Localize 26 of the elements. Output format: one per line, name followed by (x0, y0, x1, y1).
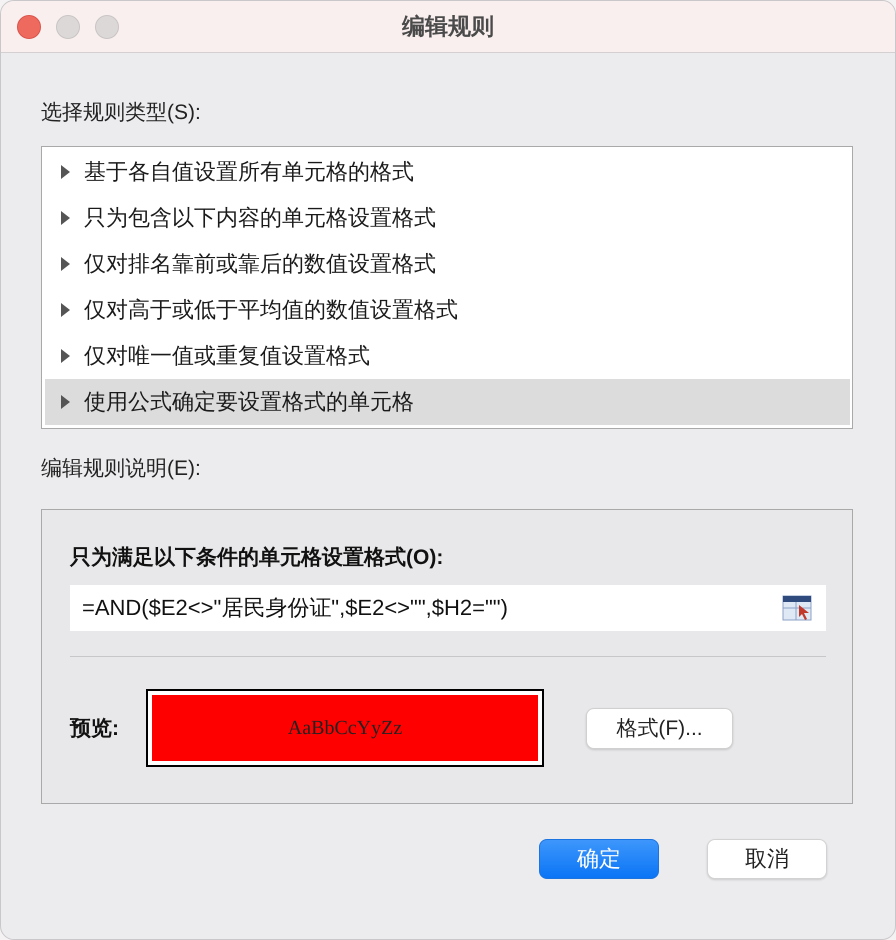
triangle-icon (61, 211, 70, 225)
rule-type-item[interactable]: 使用公式确定要设置格式的单元格 (45, 379, 850, 425)
window-title: 编辑规则 (402, 13, 494, 39)
formula-field[interactable]: =AND($E2<>"居民身份证",$E2<>"",$H2="") (70, 585, 826, 631)
minimize-button[interactable] (56, 14, 80, 38)
rule-type-item[interactable]: 仅对高于或低于平均值的数值设置格式 (45, 287, 850, 333)
range-select-icon (782, 595, 812, 621)
rule-type-item[interactable]: 仅对排名靠前或靠后的数值设置格式 (45, 241, 850, 287)
zoom-button[interactable] (95, 14, 119, 38)
section-label: 编辑规则说明(E): (41, 456, 201, 482)
rule-type-item[interactable]: 仅对唯一值或重复值设置格式 (45, 333, 850, 379)
triangle-icon (61, 349, 70, 363)
triangle-icon (61, 395, 70, 409)
section-label: 选择规则类型(S): (41, 100, 201, 126)
rule-type-item[interactable]: 基于各自值设置所有单元格的格式 (45, 149, 850, 195)
condition-label: 只为满足以下条件的单元格设置格式(O): (70, 545, 444, 571)
triangle-icon (61, 165, 70, 179)
triangle-icon (61, 303, 70, 317)
preview-sample: AaBbCcYyZz (288, 716, 402, 740)
preview-label: 预览: (70, 716, 120, 742)
rule-type-item[interactable]: 只为包含以下内容的单元格设置格式 (45, 195, 850, 241)
ok-button[interactable]: 确定 (539, 839, 659, 879)
cancel-button[interactable]: 取消 (707, 839, 827, 879)
close-button[interactable] (17, 14, 41, 38)
format-button[interactable]: 格式(F)... (586, 708, 733, 748)
triangle-icon (61, 257, 70, 271)
